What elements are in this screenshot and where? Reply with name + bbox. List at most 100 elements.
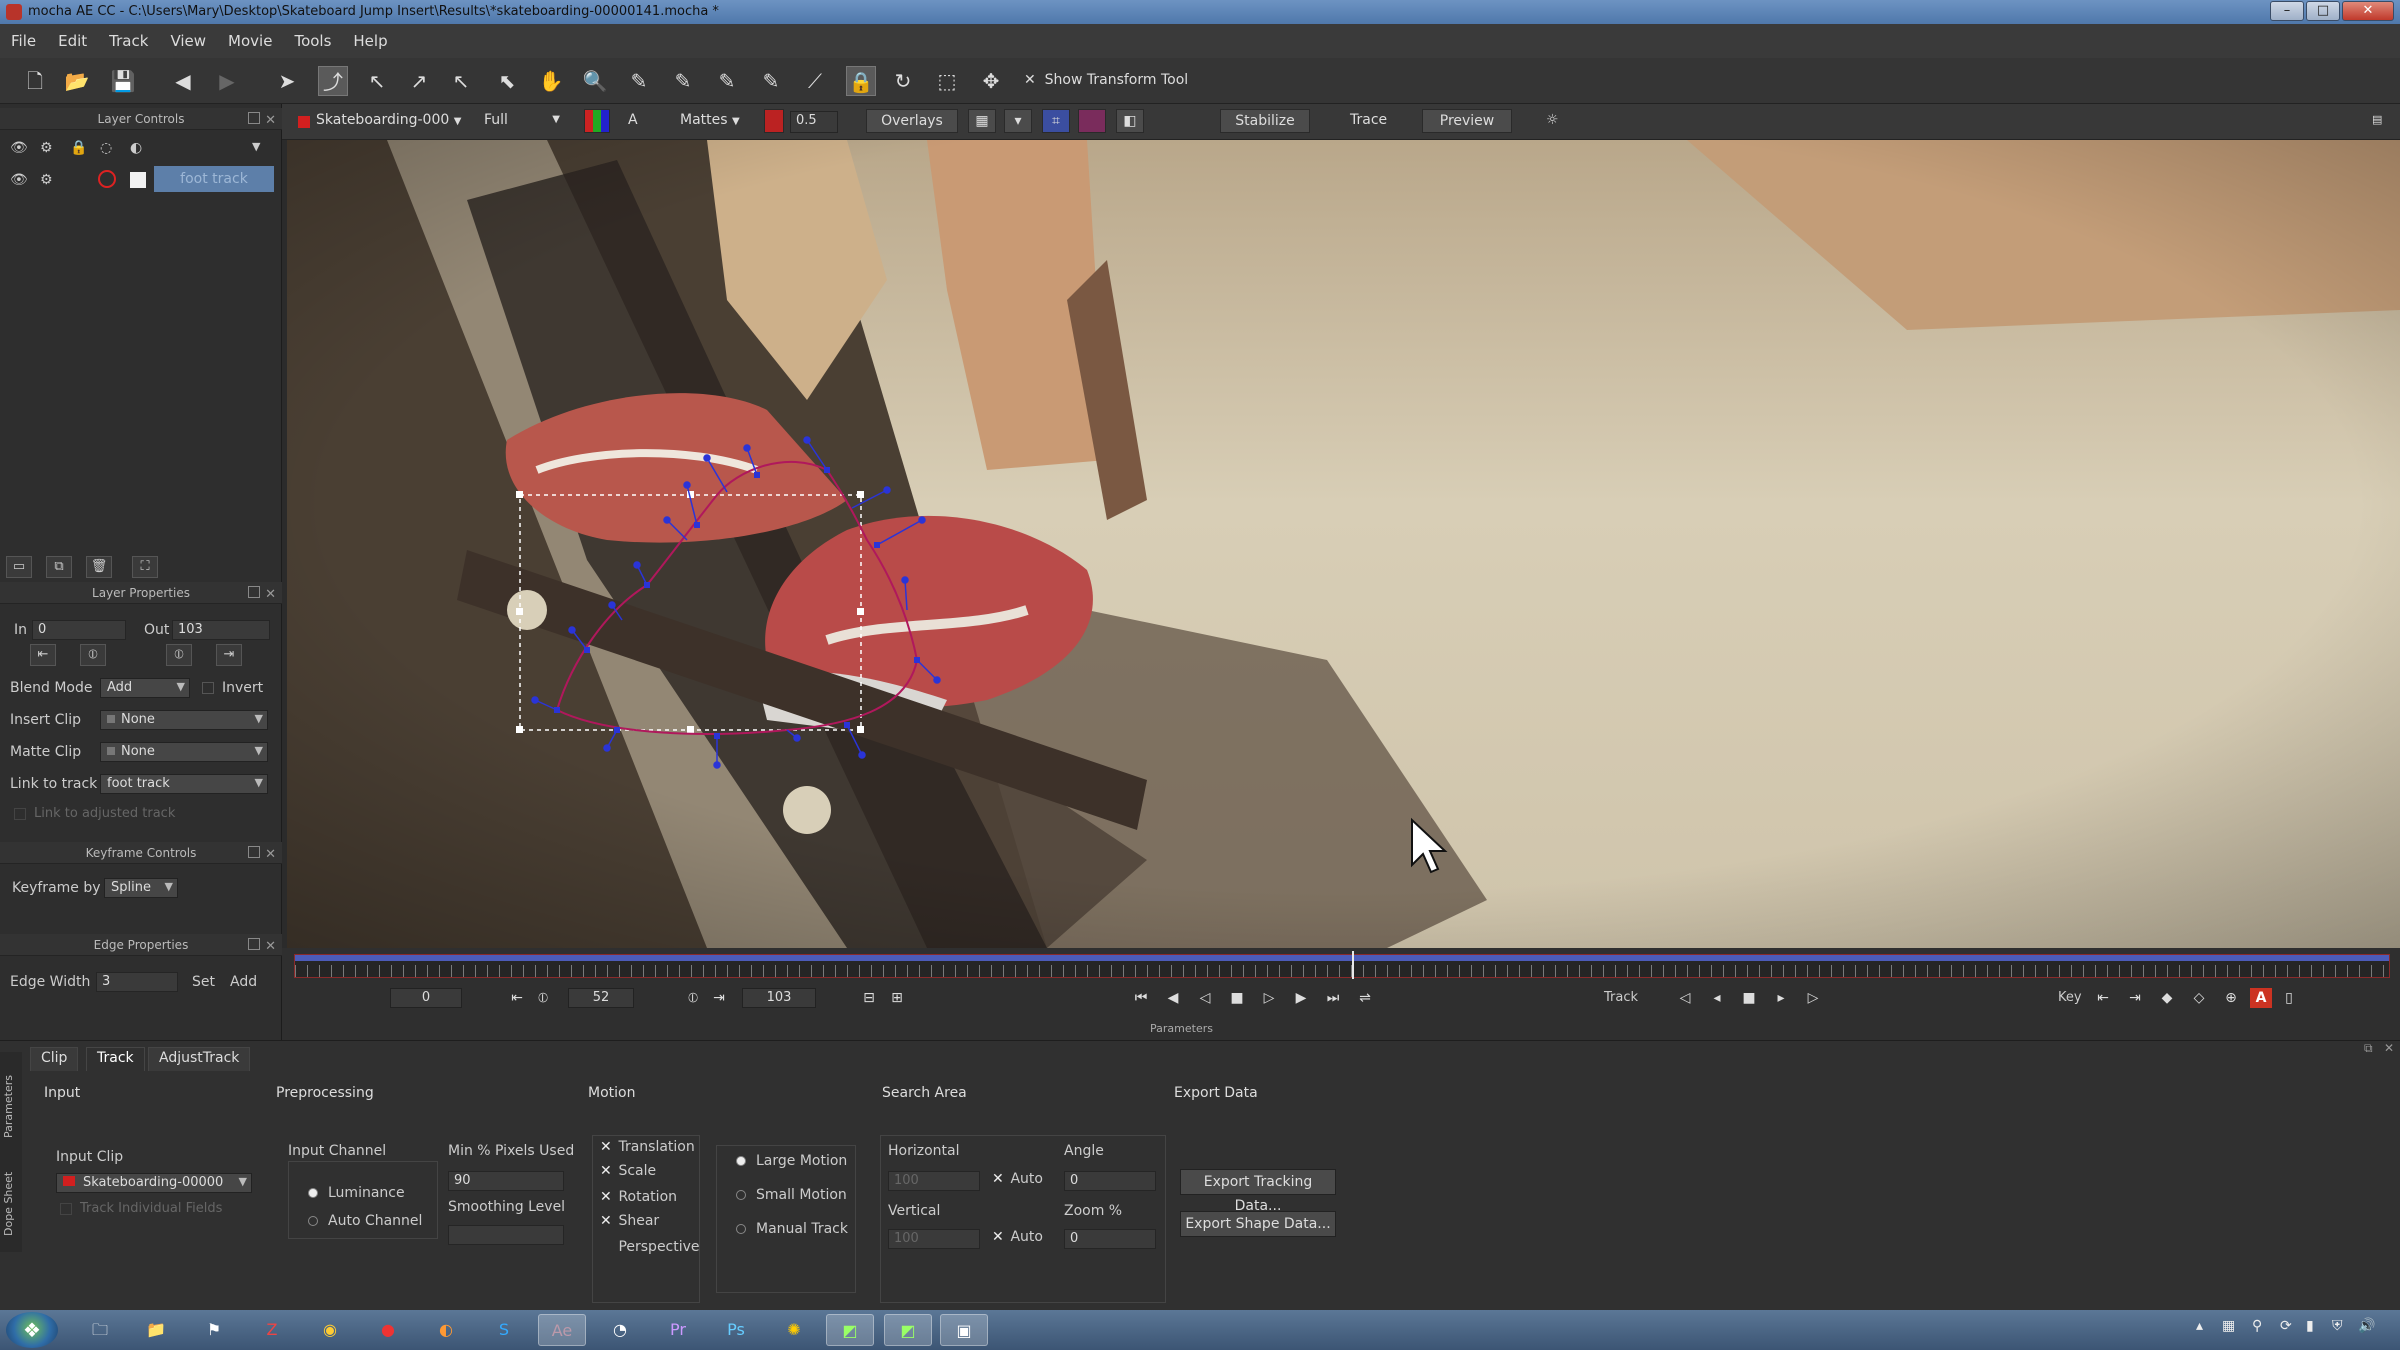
close-panel-icon[interactable]: ✕ — [265, 584, 276, 606]
app-red-icon[interactable]: ● — [364, 1314, 412, 1346]
perspective-checkbox[interactable]: Perspective — [600, 1239, 699, 1255]
sun-icon[interactable]: ☼ — [1546, 110, 1559, 132]
photoshop-icon[interactable]: Ps — [712, 1314, 760, 1346]
add-button[interactable]: Add — [230, 974, 257, 990]
shear-checkbox[interactable]: ✕ Shear — [600, 1213, 659, 1229]
app-icon[interactable]: ◔ — [596, 1314, 644, 1346]
key-menu-icon[interactable]: ▯ — [2278, 988, 2300, 1008]
keyframe-by-select[interactable]: Spline ▼ — [104, 878, 178, 898]
close-button[interactable]: ✕ — [2342, 1, 2394, 21]
viewer-canvas[interactable] — [287, 140, 2400, 948]
rgb-channel-button[interactable] — [584, 109, 610, 133]
horizontal-field[interactable]: 100 — [888, 1171, 980, 1191]
menu-view[interactable]: View — [159, 24, 217, 50]
timeline-scrubber[interactable] — [294, 951, 2390, 979]
create-xspline-icon[interactable]: ✎ — [624, 66, 654, 96]
tab-adjusttrack[interactable]: AdjustTrack — [148, 1047, 251, 1071]
move-icon[interactable]: ✥ — [976, 66, 1006, 96]
invert-checkbox[interactable] — [202, 682, 214, 694]
tray-app-icon[interactable]: ▦ — [2222, 1318, 2235, 1334]
set-in-point-icon[interactable]: ⇤ — [30, 644, 56, 666]
chrome-icon[interactable]: ◉ — [306, 1314, 354, 1346]
large-motion-radio[interactable]: Large Motion — [736, 1153, 847, 1169]
first-frame-icon[interactable]: ⏮ — [1130, 988, 1152, 1008]
settings-icon[interactable]: ⚙ — [40, 140, 53, 156]
auto-channel-radio[interactable]: Auto Channel — [308, 1213, 422, 1229]
add-xspline-icon[interactable]: ✎ — [668, 66, 698, 96]
next-key-icon[interactable]: ⇥ — [2124, 988, 2146, 1008]
expand-icon[interactable]: ⛶ — [132, 556, 158, 578]
rotation-checkbox[interactable]: ✕ Rotation — [600, 1189, 677, 1205]
tray-expand-icon[interactable]: ▴ — [2196, 1318, 2203, 1334]
tray-shield-icon[interactable]: ⛨ — [2332, 1318, 2343, 1334]
vertical-field[interactable]: 100 — [888, 1229, 980, 1249]
lock-icon[interactable]: 🔒 — [846, 66, 876, 96]
prev-key-icon[interactable]: ⇤ — [2092, 988, 2114, 1008]
mocha-icon[interactable]: ▣ — [940, 1314, 988, 1346]
redo-icon[interactable]: ▶ — [212, 66, 242, 96]
tray-signal-icon[interactable]: ▮ — [2306, 1318, 2314, 1334]
minimize-button[interactable]: – — [2270, 1, 2304, 21]
premiere-icon[interactable]: Pr — [654, 1314, 702, 1346]
trace-button[interactable]: Trace — [1350, 110, 1387, 132]
volume-icon[interactable]: 🔊 — [2358, 1318, 2375, 1334]
surface-icon[interactable]: ▾ — [1004, 109, 1032, 133]
explorer-icon[interactable]: 🗀 — [76, 1314, 124, 1346]
translation-checkbox[interactable]: ✕ Translation — [600, 1139, 695, 1155]
select-tool-icon[interactable]: ➤ — [272, 66, 302, 96]
stop-icon[interactable]: ■ — [1226, 988, 1248, 1008]
track-individual-checkbox[interactable] — [60, 1203, 72, 1215]
color-icon[interactable]: ◐ — [130, 140, 142, 156]
layer-color-icon[interactable] — [98, 170, 116, 188]
new-folder-icon[interactable]: ▭ — [6, 556, 32, 578]
smoothing-field[interactable] — [448, 1225, 564, 1245]
min-pixels-field[interactable]: 90 — [448, 1171, 564, 1191]
track-stop-icon[interactable]: ■ — [1738, 988, 1760, 1008]
stabilize-button[interactable]: Stabilize — [1220, 109, 1310, 133]
scale-checkbox[interactable]: ✕ Scale — [600, 1163, 656, 1179]
tab-track[interactable]: Track — [86, 1047, 145, 1071]
cog-icon[interactable]: ◌ — [100, 140, 112, 156]
edge-tool-icon[interactable]: ⟋ — [800, 66, 830, 96]
loop-mode-icon[interactable]: ⇌ — [1354, 988, 1376, 1008]
show-transform-tool-toggle[interactable]: ✕ Show Transform Tool — [1024, 72, 1188, 88]
add-key-icon[interactable]: ◆ — [2156, 988, 2178, 1008]
rotate-icon[interactable]: ↻ — [888, 66, 918, 96]
angle-field[interactable]: 0 — [1064, 1171, 1156, 1191]
float-panel-icon[interactable] — [248, 846, 260, 858]
menu-tools[interactable]: Tools — [283, 24, 342, 50]
range-icon[interactable]: ⊞ — [886, 988, 908, 1008]
layer-row-foot-track[interactable]: foot track — [154, 166, 274, 192]
next-frame-icon[interactable]: ▶ — [1290, 988, 1312, 1008]
open-project-icon[interactable]: 📂 — [62, 66, 92, 96]
duplicate-layer-icon[interactable]: ⧉ — [46, 556, 72, 578]
input-clip-select[interactable]: Skateboarding-00000 ▼ — [56, 1173, 252, 1193]
float-panel-icon[interactable] — [248, 112, 260, 124]
lock-layer-icon[interactable]: 🔒 — [70, 140, 87, 156]
zoom-field[interactable]: 0 — [1064, 1229, 1156, 1249]
out-field[interactable]: 103 — [172, 620, 270, 640]
small-motion-radio[interactable]: Small Motion — [736, 1187, 847, 1203]
go-in-icon[interactable]: ⦶ — [532, 988, 554, 1008]
blender-icon[interactable]: ◐ — [422, 1314, 470, 1346]
track-next-icon[interactable]: ▸ — [1770, 988, 1792, 1008]
bezier-tool-icon[interactable]: ↖ — [446, 66, 476, 96]
start-button[interactable]: ❖ — [6, 1312, 58, 1348]
luminance-radio[interactable]: Luminance — [308, 1185, 405, 1201]
add-bezier-icon[interactable]: ✎ — [756, 66, 786, 96]
layer-visibility-icon[interactable]: 👁 — [10, 172, 28, 188]
add-point-tool-icon[interactable]: ↖ — [362, 66, 392, 96]
prev-frame-icon[interactable]: ◀ — [1162, 988, 1184, 1008]
zoom-tool-icon[interactable]: 🔍 — [580, 66, 610, 96]
blend-mode-select[interactable]: Add ▼ — [100, 678, 190, 698]
menu-movie[interactable]: Movie — [217, 24, 283, 50]
close-panel-icon[interactable]: ✕ — [265, 110, 276, 132]
menu-help[interactable]: Help — [342, 24, 398, 50]
undo-icon[interactable]: ◀ — [168, 66, 198, 96]
grid-icon[interactable]: ▦ — [968, 109, 996, 133]
loop-icon[interactable]: ⊟ — [858, 988, 880, 1008]
in-field[interactable]: 0 — [32, 620, 126, 640]
matte-color-button[interactable] — [764, 109, 784, 133]
hand-tool-icon[interactable]: ✋ — [536, 66, 566, 96]
new-project-icon[interactable]: 🗋 — [20, 66, 50, 96]
